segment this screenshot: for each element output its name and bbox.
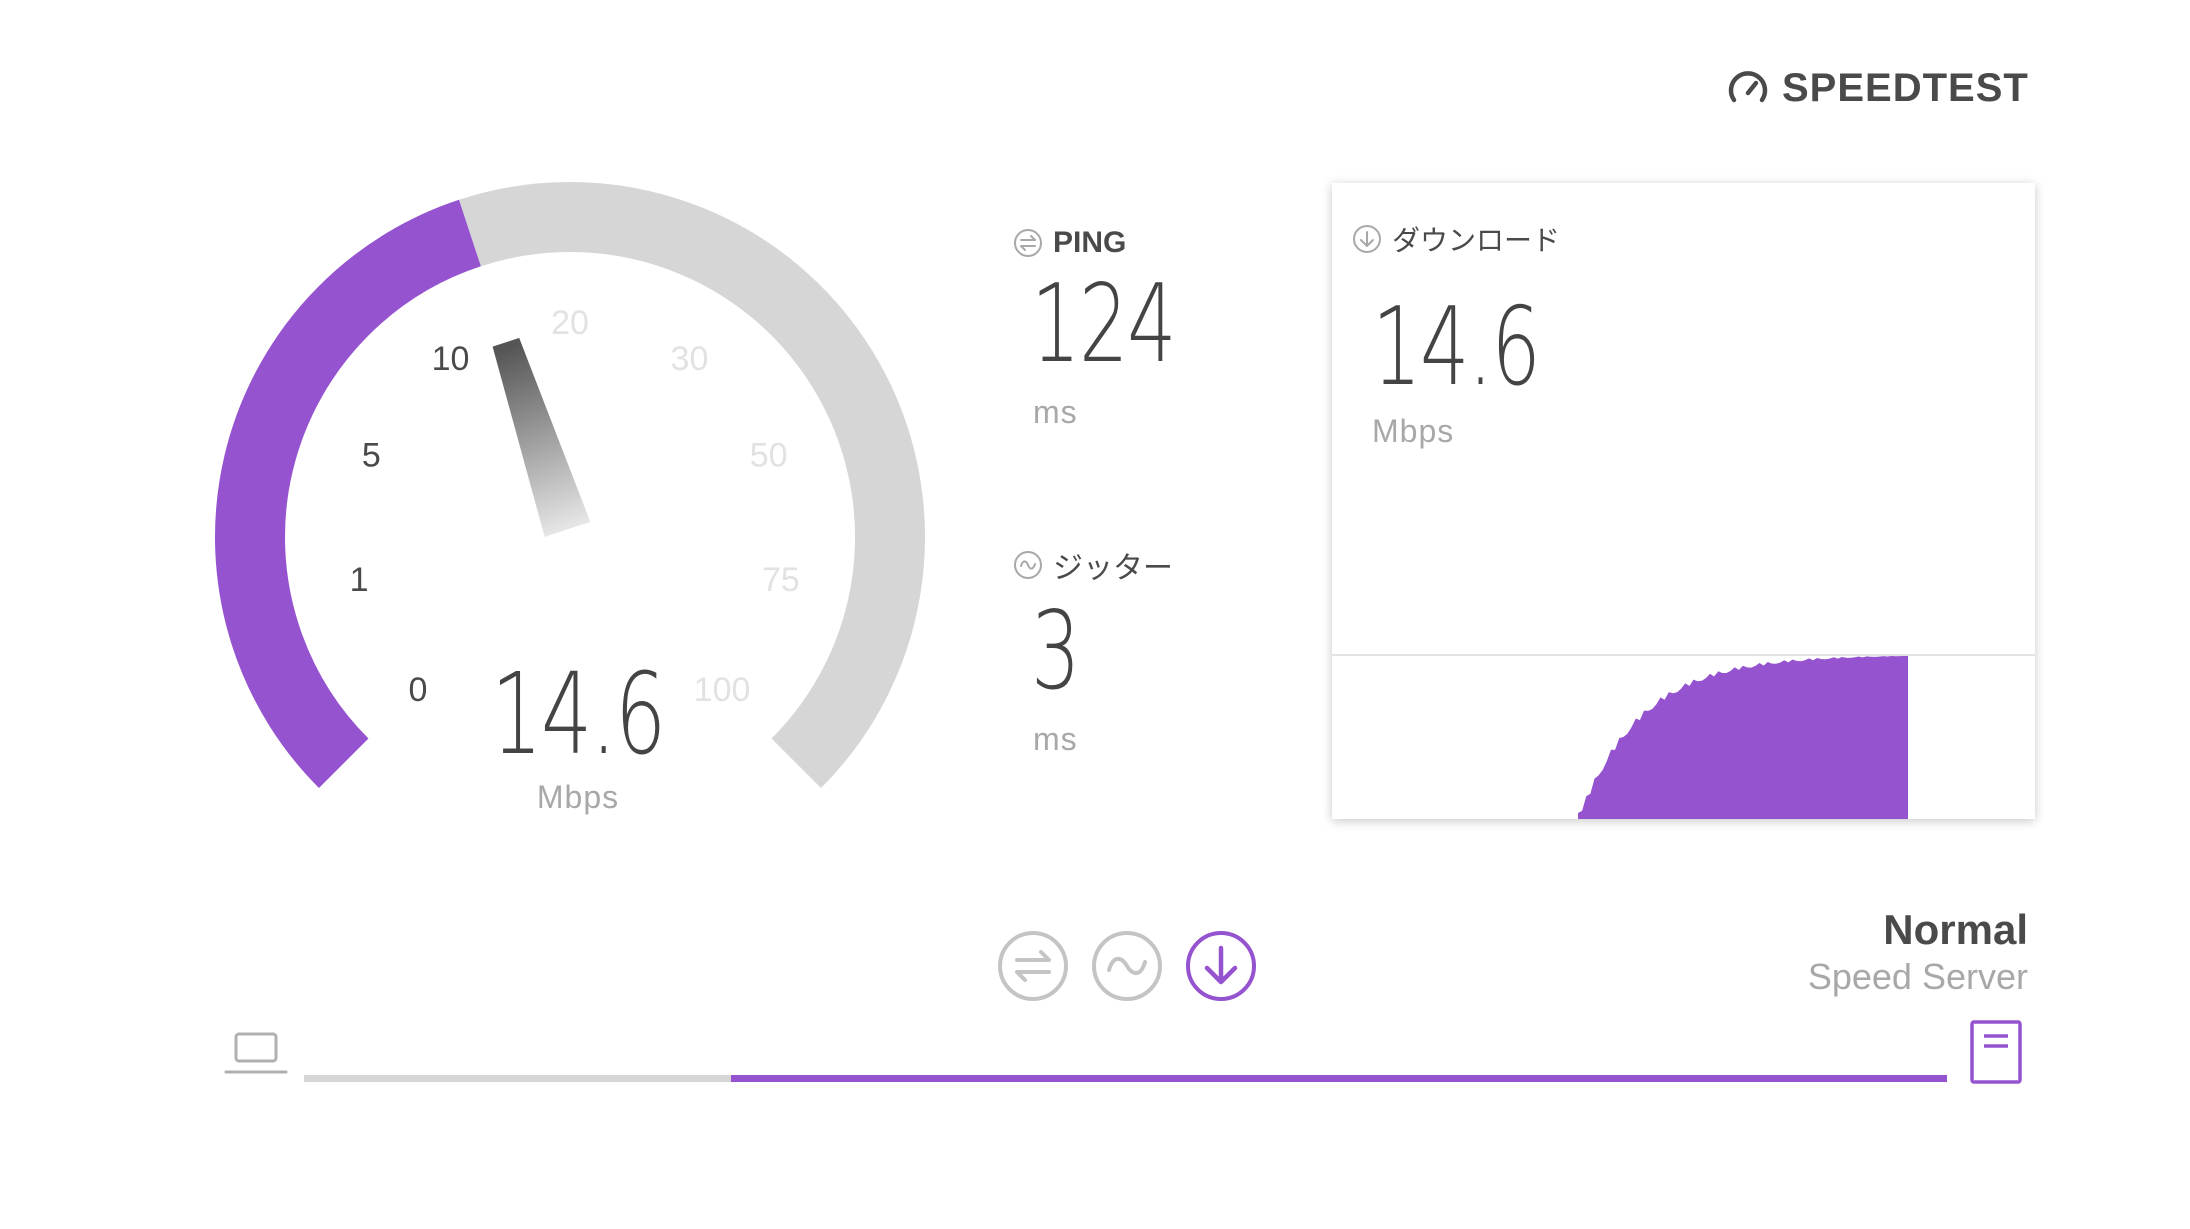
- gauge-tick-30: 30: [671, 340, 709, 378]
- jitter-header: ジッター: [1013, 543, 1173, 587]
- server-name: Normal: [1883, 906, 2028, 953]
- jitter-wave-icon: [1014, 551, 1042, 579]
- download-step-icon: [1186, 931, 1256, 1001]
- jitter-metric: ジッター 3 ms: [1013, 543, 1173, 758]
- download-value: 14.6: [1372, 285, 1541, 410]
- ping-label: PING: [1053, 226, 1127, 259]
- jitter-unit: ms: [1033, 721, 1078, 757]
- gauge-needle: [492, 337, 591, 537]
- test-progress-track: [304, 1075, 1947, 1082]
- download-label: ダウンロード: [1392, 225, 1561, 256]
- ping-header: PING: [1013, 226, 1231, 260]
- download-header: ダウンロード: [1352, 219, 1560, 259]
- download-graph-area: [1578, 655, 1908, 819]
- gauge-tick-75: 75: [762, 561, 800, 599]
- gauge-readout: 14.6 Mbps: [450, 645, 706, 816]
- server-info[interactable]: Normal Speed Server: [1808, 905, 2028, 999]
- test-step-indicators: [997, 930, 1257, 1002]
- test-progress-fill: [731, 1075, 1947, 1082]
- ping-metric: PING 124 ms: [1013, 226, 1231, 431]
- download-graph: [1332, 654, 2035, 819]
- gauge-speed-value: 14.6: [491, 650, 666, 780]
- gauge-tick-0: 0: [409, 671, 428, 709]
- download-chart-card: ダウンロード 14.6 Mbps: [1332, 183, 2035, 819]
- gauge-tick-10: 10: [432, 340, 470, 378]
- speedtest-screen: SPEEDTEST 0 1 5 10 20 30 50 75 100 14.6 Mbps PIN…: [0, 0, 2190, 1229]
- ping-unit: ms: [1033, 394, 1078, 430]
- gauge-tick-1: 1: [350, 561, 369, 599]
- download-unit: Mbps: [1372, 413, 1455, 449]
- gauge-tick-20: 20: [551, 304, 589, 342]
- gauge-tick-5: 5: [362, 437, 381, 475]
- gauge-fill: [215, 199, 482, 788]
- gauge-tick-50: 50: [750, 437, 788, 475]
- laptop-icon: [224, 1032, 288, 1074]
- server-subtitle: Speed Server: [1807, 956, 2028, 997]
- download-arrow-icon: [1353, 225, 1381, 253]
- ping-step-icon: [998, 931, 1068, 1001]
- jitter-value: 3: [1031, 589, 1080, 714]
- server-icon: [1970, 1020, 2022, 1084]
- jitter-label: ジッター: [1053, 552, 1173, 585]
- jitter-step-icon: [1092, 931, 1162, 1001]
- ping-arrows-icon: [1014, 229, 1042, 257]
- ping-value: 124: [1031, 262, 1177, 387]
